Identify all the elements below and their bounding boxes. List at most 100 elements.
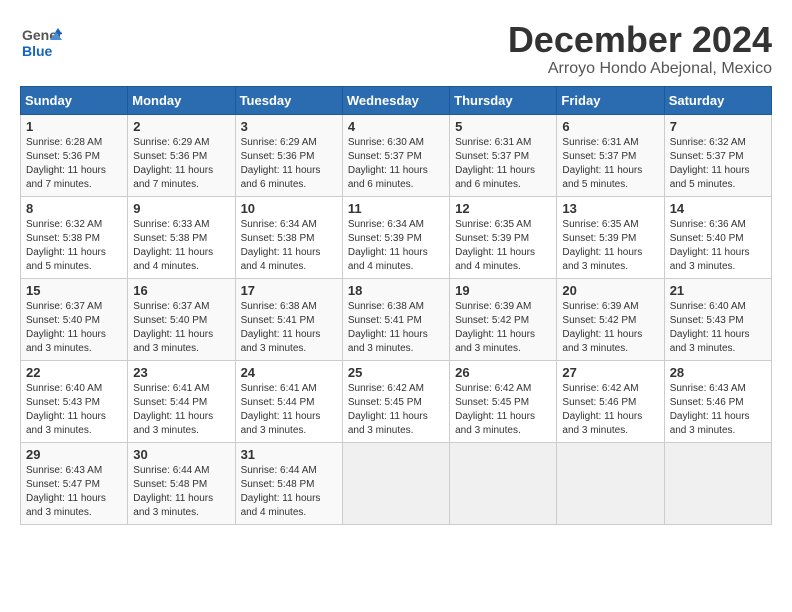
calendar-cell: 26 Sunrise: 6:42 AMSunset: 5:45 PMDaylig… bbox=[450, 360, 557, 442]
calendar-cell: 4 Sunrise: 6:30 AMSunset: 5:37 PMDayligh… bbox=[342, 114, 449, 196]
calendar-cell: 2 Sunrise: 6:29 AMSunset: 5:36 PMDayligh… bbox=[128, 114, 235, 196]
day-number: 19 bbox=[455, 283, 551, 298]
day-info: Sunrise: 6:31 AMSunset: 5:37 PMDaylight:… bbox=[455, 137, 535, 190]
day-number: 15 bbox=[26, 283, 122, 298]
calendar-cell bbox=[342, 442, 449, 524]
calendar-cell: 29 Sunrise: 6:43 AMSunset: 5:47 PMDaylig… bbox=[21, 442, 128, 524]
day-info: Sunrise: 6:40 AMSunset: 5:43 PMDaylight:… bbox=[670, 301, 750, 354]
calendar-cell: 12 Sunrise: 6:35 AMSunset: 5:39 PMDaylig… bbox=[450, 196, 557, 278]
calendar-week-row: 1 Sunrise: 6:28 AMSunset: 5:36 PMDayligh… bbox=[21, 114, 772, 196]
calendar-cell: 10 Sunrise: 6:34 AMSunset: 5:38 PMDaylig… bbox=[235, 196, 342, 278]
day-number: 4 bbox=[348, 119, 444, 134]
dow-header: Saturday bbox=[664, 86, 771, 114]
calendar-cell: 31 Sunrise: 6:44 AMSunset: 5:48 PMDaylig… bbox=[235, 442, 342, 524]
day-info: Sunrise: 6:30 AMSunset: 5:37 PMDaylight:… bbox=[348, 137, 428, 190]
dow-header: Wednesday bbox=[342, 86, 449, 114]
day-number: 12 bbox=[455, 201, 551, 216]
day-info: Sunrise: 6:33 AMSunset: 5:38 PMDaylight:… bbox=[133, 219, 213, 272]
title-area: December 2024 Arroyo Hondo Abejonal, Mex… bbox=[508, 20, 772, 78]
calendar-cell bbox=[557, 442, 664, 524]
day-number: 23 bbox=[133, 365, 229, 380]
day-info: Sunrise: 6:43 AMSunset: 5:47 PMDaylight:… bbox=[26, 465, 106, 518]
day-number: 26 bbox=[455, 365, 551, 380]
day-info: Sunrise: 6:41 AMSunset: 5:44 PMDaylight:… bbox=[241, 383, 321, 436]
day-number: 2 bbox=[133, 119, 229, 134]
location-title: Arroyo Hondo Abejonal, Mexico bbox=[508, 60, 772, 78]
calendar-cell: 19 Sunrise: 6:39 AMSunset: 5:42 PMDaylig… bbox=[450, 278, 557, 360]
day-info: Sunrise: 6:29 AMSunset: 5:36 PMDaylight:… bbox=[241, 137, 321, 190]
day-number: 8 bbox=[26, 201, 122, 216]
calendar-cell: 1 Sunrise: 6:28 AMSunset: 5:36 PMDayligh… bbox=[21, 114, 128, 196]
dow-header: Tuesday bbox=[235, 86, 342, 114]
calendar-cell: 22 Sunrise: 6:40 AMSunset: 5:43 PMDaylig… bbox=[21, 360, 128, 442]
day-number: 18 bbox=[348, 283, 444, 298]
calendar-table: SundayMondayTuesdayWednesdayThursdayFrid… bbox=[20, 86, 772, 525]
calendar-cell: 11 Sunrise: 6:34 AMSunset: 5:39 PMDaylig… bbox=[342, 196, 449, 278]
day-number: 6 bbox=[562, 119, 658, 134]
day-number: 11 bbox=[348, 201, 444, 216]
month-title: December 2024 bbox=[508, 20, 772, 60]
calendar-cell: 6 Sunrise: 6:31 AMSunset: 5:37 PMDayligh… bbox=[557, 114, 664, 196]
svg-text:Blue: Blue bbox=[22, 43, 53, 59]
calendar-cell: 25 Sunrise: 6:42 AMSunset: 5:45 PMDaylig… bbox=[342, 360, 449, 442]
day-number: 29 bbox=[26, 447, 122, 462]
day-number: 9 bbox=[133, 201, 229, 216]
calendar-cell: 16 Sunrise: 6:37 AMSunset: 5:40 PMDaylig… bbox=[128, 278, 235, 360]
calendar-cell: 28 Sunrise: 6:43 AMSunset: 5:46 PMDaylig… bbox=[664, 360, 771, 442]
calendar-cell: 7 Sunrise: 6:32 AMSunset: 5:37 PMDayligh… bbox=[664, 114, 771, 196]
calendar-cell: 24 Sunrise: 6:41 AMSunset: 5:44 PMDaylig… bbox=[235, 360, 342, 442]
day-info: Sunrise: 6:42 AMSunset: 5:45 PMDaylight:… bbox=[455, 383, 535, 436]
day-number: 5 bbox=[455, 119, 551, 134]
day-number: 1 bbox=[26, 119, 122, 134]
calendar-cell: 18 Sunrise: 6:38 AMSunset: 5:41 PMDaylig… bbox=[342, 278, 449, 360]
day-info: Sunrise: 6:38 AMSunset: 5:41 PMDaylight:… bbox=[348, 301, 428, 354]
day-info: Sunrise: 6:44 AMSunset: 5:48 PMDaylight:… bbox=[133, 465, 213, 518]
calendar-week-row: 29 Sunrise: 6:43 AMSunset: 5:47 PMDaylig… bbox=[21, 442, 772, 524]
calendar-cell: 15 Sunrise: 6:37 AMSunset: 5:40 PMDaylig… bbox=[21, 278, 128, 360]
day-number: 10 bbox=[241, 201, 337, 216]
day-number: 3 bbox=[241, 119, 337, 134]
day-info: Sunrise: 6:44 AMSunset: 5:48 PMDaylight:… bbox=[241, 465, 321, 518]
day-info: Sunrise: 6:37 AMSunset: 5:40 PMDaylight:… bbox=[133, 301, 213, 354]
day-number: 20 bbox=[562, 283, 658, 298]
day-info: Sunrise: 6:42 AMSunset: 5:46 PMDaylight:… bbox=[562, 383, 642, 436]
day-info: Sunrise: 6:43 AMSunset: 5:46 PMDaylight:… bbox=[670, 383, 750, 436]
day-info: Sunrise: 6:36 AMSunset: 5:40 PMDaylight:… bbox=[670, 219, 750, 272]
day-info: Sunrise: 6:35 AMSunset: 5:39 PMDaylight:… bbox=[562, 219, 642, 272]
dow-header: Thursday bbox=[450, 86, 557, 114]
day-info: Sunrise: 6:28 AMSunset: 5:36 PMDaylight:… bbox=[26, 137, 106, 190]
day-number: 24 bbox=[241, 365, 337, 380]
day-number: 28 bbox=[670, 365, 766, 380]
dow-header: Monday bbox=[128, 86, 235, 114]
calendar-cell: 8 Sunrise: 6:32 AMSunset: 5:38 PMDayligh… bbox=[21, 196, 128, 278]
day-number: 17 bbox=[241, 283, 337, 298]
calendar-cell: 30 Sunrise: 6:44 AMSunset: 5:48 PMDaylig… bbox=[128, 442, 235, 524]
day-number: 22 bbox=[26, 365, 122, 380]
calendar-cell: 27 Sunrise: 6:42 AMSunset: 5:46 PMDaylig… bbox=[557, 360, 664, 442]
dow-header: Sunday bbox=[21, 86, 128, 114]
calendar-cell: 20 Sunrise: 6:39 AMSunset: 5:42 PMDaylig… bbox=[557, 278, 664, 360]
day-info: Sunrise: 6:31 AMSunset: 5:37 PMDaylight:… bbox=[562, 137, 642, 190]
day-number: 21 bbox=[670, 283, 766, 298]
calendar-cell: 23 Sunrise: 6:41 AMSunset: 5:44 PMDaylig… bbox=[128, 360, 235, 442]
logo: General Blue bbox=[20, 20, 62, 62]
calendar-week-row: 15 Sunrise: 6:37 AMSunset: 5:40 PMDaylig… bbox=[21, 278, 772, 360]
calendar-cell bbox=[664, 442, 771, 524]
day-info: Sunrise: 6:42 AMSunset: 5:45 PMDaylight:… bbox=[348, 383, 428, 436]
day-info: Sunrise: 6:40 AMSunset: 5:43 PMDaylight:… bbox=[26, 383, 106, 436]
day-number: 13 bbox=[562, 201, 658, 216]
day-number: 25 bbox=[348, 365, 444, 380]
day-info: Sunrise: 6:37 AMSunset: 5:40 PMDaylight:… bbox=[26, 301, 106, 354]
calendar-cell: 21 Sunrise: 6:40 AMSunset: 5:43 PMDaylig… bbox=[664, 278, 771, 360]
day-number: 7 bbox=[670, 119, 766, 134]
day-number: 14 bbox=[670, 201, 766, 216]
calendar-week-row: 22 Sunrise: 6:40 AMSunset: 5:43 PMDaylig… bbox=[21, 360, 772, 442]
days-of-week-row: SundayMondayTuesdayWednesdayThursdayFrid… bbox=[21, 86, 772, 114]
day-number: 16 bbox=[133, 283, 229, 298]
day-number: 31 bbox=[241, 447, 337, 462]
calendar-week-row: 8 Sunrise: 6:32 AMSunset: 5:38 PMDayligh… bbox=[21, 196, 772, 278]
calendar-cell: 9 Sunrise: 6:33 AMSunset: 5:38 PMDayligh… bbox=[128, 196, 235, 278]
day-number: 27 bbox=[562, 365, 658, 380]
calendar-body: 1 Sunrise: 6:28 AMSunset: 5:36 PMDayligh… bbox=[21, 114, 772, 524]
day-info: Sunrise: 6:41 AMSunset: 5:44 PMDaylight:… bbox=[133, 383, 213, 436]
